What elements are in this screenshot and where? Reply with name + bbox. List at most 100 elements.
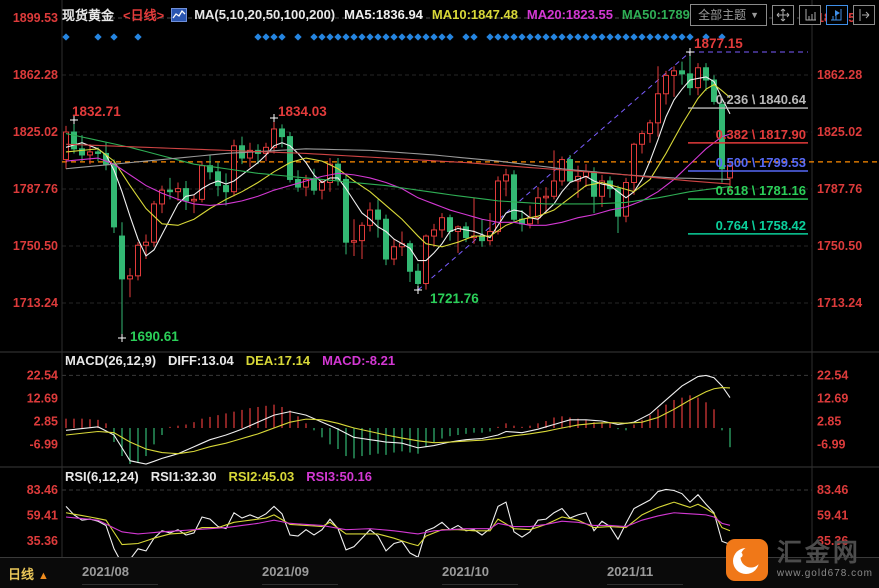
event-dot-icon [262, 33, 270, 41]
event-dot-icon [350, 33, 358, 41]
pan-tool-button[interactable] [772, 5, 794, 25]
candle-body [535, 197, 541, 219]
event-dot-icon [494, 33, 502, 41]
candle-body [503, 174, 509, 182]
candles-layer [63, 52, 733, 338]
candle-body [119, 235, 125, 280]
fib-retracement[interactable]: 0.236 \ 1840.64 0.382 \ 1817.90 0.500 \ 17… [688, 92, 808, 235]
fib-level-label: 0.382 \ 1817.90 [716, 127, 806, 142]
event-dot-icon [278, 33, 286, 41]
candle-body [663, 74, 669, 95]
ma20-value: MA20:1823.55 [526, 7, 613, 22]
period-selector[interactable]: 日线 ▲ [8, 564, 49, 583]
extreme-marker-icon [118, 334, 126, 342]
event-dot-icon [382, 33, 390, 41]
event-dot-icon [606, 33, 614, 41]
macd-dea-line [65, 387, 731, 455]
y-axis-left-button[interactable] [799, 5, 821, 25]
axis-tick-label: 12.69 [27, 391, 58, 405]
candle-body [311, 178, 317, 191]
event-dot-icon [582, 33, 590, 41]
month-underline [607, 584, 683, 585]
ma200-line [65, 143, 731, 185]
month-underline [262, 584, 338, 585]
candle-body [391, 246, 397, 260]
axis-tick-label: -6.99 [30, 437, 59, 451]
rsi1-value: RSI1:32.30 [150, 469, 217, 484]
rsi2-line [65, 501, 731, 547]
axis-tick-label: 59.41 [27, 509, 58, 523]
axis-tick-label: 1862.28 [817, 68, 862, 82]
ma10-value: MA10:1847.48 [431, 7, 518, 22]
axis-tick-label: 1862.28 [13, 68, 58, 82]
axis-tick-label: 1899.53 [13, 11, 58, 25]
event-dot-icon [254, 33, 262, 41]
axis-tick-label: 83.46 [27, 483, 58, 497]
candle-body [439, 217, 445, 231]
price-annotation: 1690.61 [130, 329, 179, 344]
macd-title: MACD(26,12,9) [65, 353, 157, 368]
event-dot-icon [422, 33, 430, 41]
event-dot-icon [462, 33, 470, 41]
site-watermark: 汇金网 www.gold678.com [725, 538, 873, 582]
candle-body [551, 180, 557, 197]
event-dot-icon [430, 33, 438, 41]
extreme-marker-icon [270, 114, 278, 122]
event-dot-icon [390, 33, 398, 41]
price-annotation: 1721.76 [430, 291, 479, 306]
axis-tick-label: 1713.24 [817, 296, 862, 310]
period-selector-label: 日线 [8, 567, 35, 582]
event-dot-icon [622, 33, 630, 41]
axis-tick-label: 1787.76 [13, 182, 58, 196]
event-dot-icon [526, 33, 534, 41]
month-label: 2021/08 [82, 564, 129, 579]
rsi3-value: RSI3:50.16 [306, 469, 372, 484]
candle-body [583, 171, 589, 177]
rsi-header: RSI(6,12,24) RSI1:32.30 RSI2:45.03 RSI3:… [65, 469, 372, 484]
fib-level-label: 0.500 \ 1799.53 [716, 155, 806, 170]
event-dot-icon [374, 33, 382, 41]
pane-collapse-button[interactable] [853, 5, 875, 25]
rsi-panel [65, 488, 731, 565]
candle-body [63, 131, 69, 161]
event-dot-icon [630, 33, 638, 41]
event-dot-icon [270, 33, 278, 41]
event-dot-icon [342, 33, 350, 41]
macd-panel [65, 374, 731, 465]
event-dot-icon [662, 33, 670, 41]
event-dot-icon [326, 33, 334, 41]
huijin-logo-icon [725, 539, 768, 581]
event-dot-icon [566, 33, 574, 41]
month-label: 2021/11 [607, 564, 654, 579]
axis-right-icon [831, 9, 842, 21]
candle-body [183, 188, 189, 202]
event-dot-icon [438, 33, 446, 41]
candle-body [623, 182, 629, 217]
theme-dropdown-button[interactable]: 全部主题 ▼ [690, 4, 767, 26]
event-dot-icon [406, 33, 414, 41]
event-dot-icon [366, 33, 374, 41]
candle-body [95, 151, 101, 154]
event-dot-icon [550, 33, 558, 41]
candle-body [191, 198, 197, 202]
event-dot-icon [358, 33, 366, 41]
event-dot-icon [670, 33, 678, 41]
axis-tick-label: 1825.02 [817, 125, 862, 139]
event-dot-icon [310, 33, 318, 41]
event-dot-icon [110, 33, 118, 41]
event-dots [62, 33, 726, 41]
candle-body [319, 182, 325, 191]
candle-body [359, 224, 365, 242]
event-dot-icon [510, 33, 518, 41]
triangle-up-icon: ▲ [38, 570, 49, 582]
candle-body [375, 209, 381, 220]
candle-body [447, 217, 453, 232]
fib-level-label: 0.236 \ 1840.64 [716, 92, 807, 107]
rsi1-line [65, 488, 731, 565]
candle-body [415, 270, 421, 284]
y-axis-right-button[interactable] [826, 5, 848, 25]
chart-canvas[interactable]: 0.236 \ 1840.64 0.382 \ 1817.90 0.500 \ 17… [0, 0, 879, 588]
event-dot-icon [470, 33, 478, 41]
event-dot-icon [614, 33, 622, 41]
event-dot-icon [558, 33, 566, 41]
